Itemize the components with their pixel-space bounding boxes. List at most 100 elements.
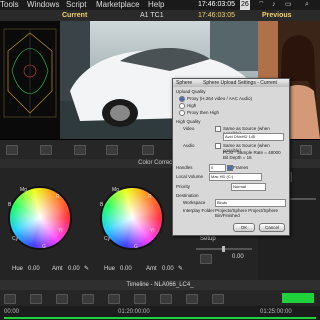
wheel-mark-g: G [42, 244, 46, 250]
mark-out-button[interactable] [142, 145, 154, 155]
wheel-mark-cy: Cy [104, 236, 111, 242]
wheel-mark-r: R [148, 194, 152, 200]
hue-value[interactable]: 0.00 [120, 266, 132, 272]
setup-value[interactable]: 0.00 [232, 254, 244, 260]
timeline-tool-9[interactable] [212, 294, 224, 304]
eyedropper-icon[interactable]: ✎ [178, 265, 183, 272]
vectorscope-panel [0, 21, 61, 139]
option-proxy-then-high: Proxy then High [187, 110, 220, 115]
audio-label: Audio [183, 143, 195, 148]
sphere-upload-dialog: Sphere Sphere Upload Settings - Current … [172, 78, 290, 236]
menu-tools[interactable]: Tools [0, 0, 19, 10]
step-forward-button[interactable] [106, 145, 118, 155]
setup-slider[interactable] [196, 246, 252, 252]
handles-field[interactable]: 0 [209, 164, 226, 172]
battery-icon: ▭ [285, 1, 292, 8]
priority-select[interactable]: Normal [231, 183, 266, 191]
interplay-folder-value: Projects/Sphere Project/Sphere Bin/Finis… [215, 208, 279, 218]
menu-windows[interactable]: Windows [27, 0, 59, 10]
audio-meter [282, 293, 314, 303]
current-label: Current [62, 12, 88, 19]
menubar-timecode: 17:46:03:05 [198, 1, 235, 8]
workspace-field[interactable]: Binds [215, 199, 286, 207]
timeline-tool-4[interactable] [82, 294, 94, 304]
dialog-title: Sphere Upload Settings - Current [203, 80, 277, 86]
timeline-tool-1[interactable] [4, 294, 16, 304]
workspace-label: Workspace [183, 200, 206, 205]
wheel-mark-yl: Yl [150, 228, 155, 234]
local-volume-select[interactable]: Mac HD (C:) [209, 173, 262, 181]
ruler-mark-2: 01:25:00:00 [260, 309, 292, 315]
setup-label: Setup [200, 236, 216, 242]
video-same-as-source-checkbox[interactable] [215, 126, 221, 132]
local-volume-label: Local Volume [176, 174, 204, 179]
timeline-tool-6[interactable] [134, 294, 146, 304]
timeline-tool-8[interactable] [186, 294, 198, 304]
destination-label: Destination [176, 193, 199, 198]
timeline-tool-3[interactable] [56, 294, 68, 304]
vectorscope-graph [3, 28, 57, 118]
wheel-center-marker[interactable]: + [37, 212, 43, 223]
slider-knob[interactable] [222, 246, 225, 252]
menubar-badge: 26 [240, 0, 250, 10]
amt-value[interactable]: 0.00 [68, 266, 80, 272]
interplay-folder-label: Interplay Folder [183, 208, 215, 213]
priority-label: Priority [176, 184, 191, 189]
handles-label: Handles [176, 165, 193, 170]
timecode-display: 17:46:03:05 [198, 12, 235, 19]
amt-label: Amt [146, 266, 157, 272]
timeline-titlebar: Timeline - NLA066_LC4_ [0, 280, 320, 290]
step-back-button[interactable] [74, 145, 86, 155]
wheel-mark-mg: Mg [20, 187, 27, 193]
timeline-tool-7[interactable] [160, 294, 172, 304]
ruler-mark-1: 01:20:00:00 [118, 309, 150, 315]
radio-high[interactable] [179, 103, 185, 109]
high-quality-label: High Quality [176, 119, 201, 124]
setup-reset-button[interactable] [200, 254, 212, 264]
radio-proxy[interactable] [179, 96, 185, 102]
timeline-tool-2[interactable] [30, 294, 42, 304]
mark-in-button[interactable] [6, 145, 18, 155]
timeline-ruler[interactable]: 00:00 01:20:00:00 01:25:00:00 [0, 306, 320, 320]
transport-menu-button[interactable] [300, 145, 312, 155]
play-button[interactable] [40, 145, 52, 155]
wheel-mark-cy: Cy [12, 236, 19, 242]
cancel-button[interactable]: Cancel [259, 223, 285, 232]
hue-label: Hue [104, 266, 116, 272]
menu-marketplace[interactable]: Marketplace [96, 0, 140, 10]
radio-proxy-then-high[interactable] [179, 110, 185, 116]
wheel-mark-mg: Mg [112, 187, 119, 193]
video-label: Video [183, 126, 195, 131]
wheel-mark-r: R [56, 194, 60, 200]
wheel-mark-yl: Yl [58, 228, 63, 234]
timeline-toolbar [0, 290, 320, 306]
ruler-start: 00:00 [4, 309, 20, 315]
option-high: High [187, 103, 197, 108]
track-label[interactable]: A1 TC1 [140, 10, 164, 21]
previous-label: Previous [262, 12, 292, 19]
hue-value[interactable]: 0.00 [28, 266, 40, 272]
amt-value[interactable]: 0.00 [162, 266, 174, 272]
wheel-mark-b: B [8, 202, 12, 208]
dialog-titlebar[interactable]: Sphere Sphere Upload Settings - Current [173, 79, 289, 87]
frames-label: Frames [233, 165, 249, 170]
ok-button[interactable]: OK [233, 223, 255, 232]
amt-label: Amt [52, 266, 63, 272]
wheel-center-marker[interactable]: + [129, 212, 135, 223]
menu-script[interactable]: Script [66, 0, 86, 10]
volume-icon: ♪ [272, 1, 276, 8]
wifi-icon: ⌔ [258, 1, 265, 8]
option-proxy: Proxy (H.264 video / AAC Audio) [187, 96, 253, 101]
eyedropper-icon[interactable]: ✎ [84, 265, 89, 272]
menu-help[interactable]: Help [148, 0, 164, 10]
timeline-tool-5[interactable] [108, 294, 120, 304]
search-icon[interactable]: ⌕ [305, 0, 309, 10]
audio-same-as-source-checkbox[interactable] [215, 143, 221, 149]
menu-bar: Tools Windows Script Marketplace Help 17… [0, 0, 320, 10]
audio-format: PCM - Sample Rate = 48000 Bit Depth = 16 [223, 150, 281, 160]
video-codec-select[interactable]: Avid DNxHD 145 [223, 133, 284, 141]
upload-quality-label: Upload Quality [176, 89, 206, 94]
wheel-mark-g: G [134, 244, 138, 250]
wheel-mark-b: B [100, 202, 104, 208]
timeline-title: Timeline - NLA066_LC4_ [126, 282, 194, 288]
